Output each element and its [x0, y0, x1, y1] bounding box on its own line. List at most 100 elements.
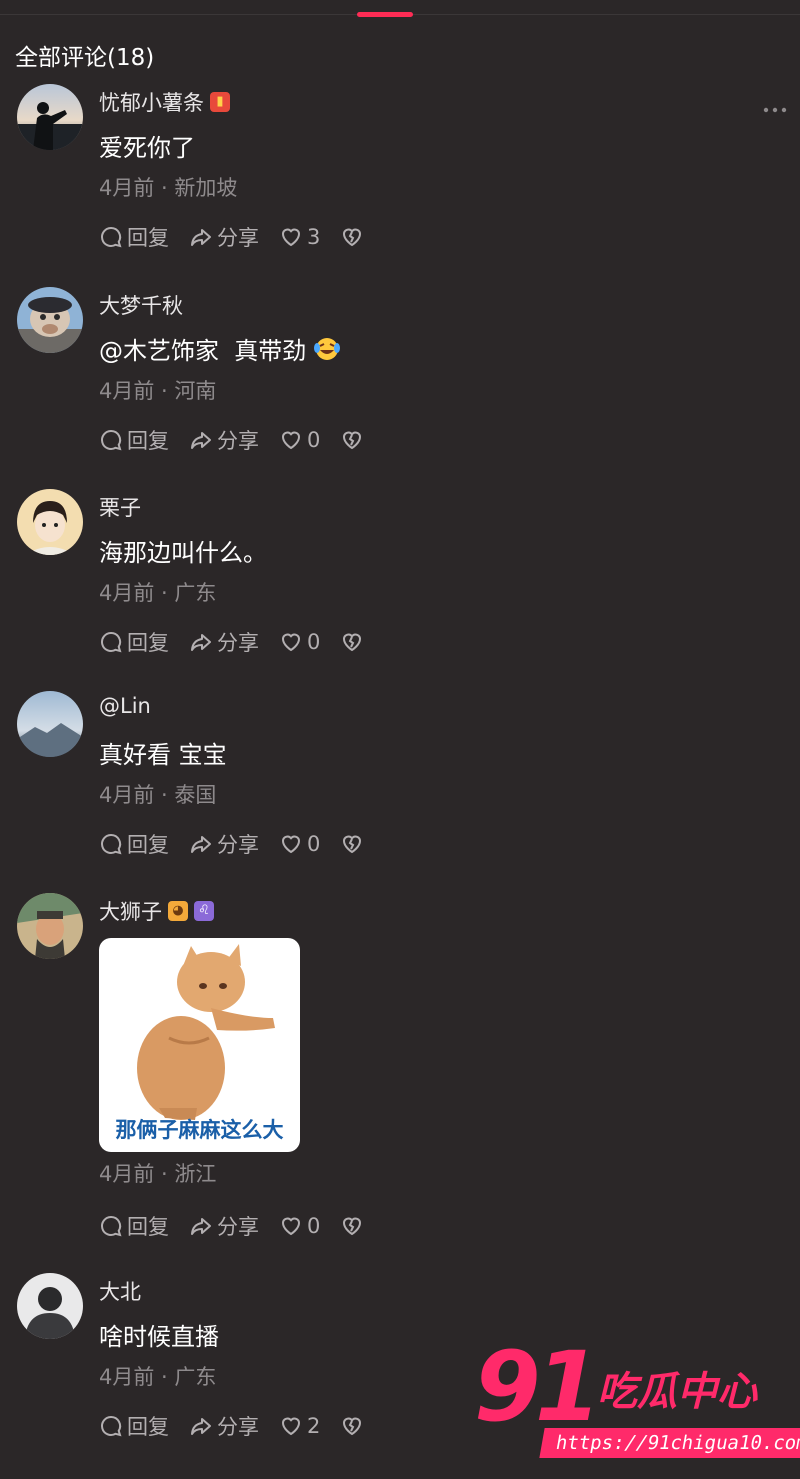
broken-heart-icon	[343, 228, 362, 247]
reply-bubble-icon	[101, 1215, 122, 1237]
watermark-logo: 91 吃瓜中心 https://91chigua10.com	[470, 1331, 800, 1465]
comment-time: 4月前	[99, 176, 155, 200]
more-options-icon[interactable]	[762, 106, 788, 114]
reply-button[interactable]: 回复	[99, 829, 169, 859]
share-button[interactable]: 分享	[189, 627, 259, 657]
reply-bubble-icon	[101, 631, 122, 653]
username[interactable]: 忧郁小薯条 ▮	[99, 87, 230, 117]
lion-emoji-badge-icon: ◕	[168, 901, 188, 921]
reply-button[interactable]: 回复	[99, 1211, 169, 1241]
avatar-image	[17, 1273, 83, 1339]
broken-heart-icon	[343, 431, 362, 450]
reply-bubble-icon	[101, 833, 122, 855]
comment-actions: 回复 分享 0	[99, 627, 384, 657]
reply-button[interactable]: 回复	[99, 425, 169, 455]
fries-emoji-badge-icon: ▮	[210, 92, 230, 112]
comment-time: 4月前	[99, 783, 155, 807]
username-text: 大北	[99, 1280, 141, 1304]
heart-icon	[281, 228, 301, 247]
laughing-crying-emoji-icon	[314, 337, 341, 360]
dislike-button[interactable]	[340, 1414, 364, 1438]
dislike-button[interactable]	[340, 832, 364, 856]
dislike-button[interactable]	[340, 1214, 364, 1238]
comment-meta: 4月前 · 泰国	[99, 783, 217, 807]
like-count: 2	[307, 1414, 321, 1438]
share-label: 分享	[217, 1215, 259, 1239]
broken-heart-icon	[343, 1417, 362, 1436]
like-count: 0	[307, 1214, 321, 1238]
comment-actions: 回复 分享 0	[99, 1211, 384, 1241]
reply-label: 回复	[127, 833, 169, 857]
username[interactable]: 大北	[99, 1276, 141, 1306]
sticker-caption: 那俩子麻麻这么大	[115, 1118, 284, 1142]
reply-button[interactable]: 回复	[99, 627, 169, 657]
reply-label: 回复	[127, 631, 169, 655]
avatar[interactable]	[17, 1273, 83, 1339]
share-button[interactable]: 分享	[189, 1411, 259, 1441]
broken-heart-icon	[343, 835, 362, 854]
comment-meta: 4月前 · 河南	[99, 379, 217, 403]
comment-meta: 4月前 · 广东	[99, 581, 217, 605]
comment-meta: 4月前 · 广东	[99, 1365, 217, 1389]
comment-time: 4月前	[99, 379, 155, 403]
reply-bubble-icon	[101, 429, 122, 451]
comment-actions: 回复 分享 0	[99, 425, 384, 455]
username-text: 大狮子	[99, 900, 162, 924]
reply-label: 回复	[127, 1415, 169, 1439]
comments-header: 全部评论(18)	[15, 45, 155, 71]
share-label: 分享	[217, 429, 259, 453]
share-arrow-icon	[191, 1418, 211, 1435]
avatar[interactable]	[17, 691, 83, 757]
avatar-image	[17, 287, 83, 353]
avatar-image	[17, 489, 83, 555]
like-count: 0	[307, 630, 321, 654]
avatar[interactable]	[17, 84, 83, 150]
avatar-image	[17, 84, 83, 150]
comment-location: 广东	[174, 1365, 217, 1389]
share-button[interactable]: 分享	[189, 829, 259, 859]
reply-button[interactable]: 回复	[99, 1411, 169, 1441]
dislike-button[interactable]	[340, 225, 364, 249]
username[interactable]: 栗子	[99, 492, 141, 522]
username[interactable]: 大梦千秋	[99, 290, 183, 320]
like-button[interactable]: 0	[279, 428, 320, 452]
comment-text: 啥时候直播	[99, 1323, 219, 1351]
share-label: 分享	[217, 1415, 259, 1439]
dislike-button[interactable]	[340, 428, 364, 452]
username-text: 大梦千秋	[99, 294, 183, 318]
username[interactable]: 大狮子 ◕ ♌	[99, 896, 214, 926]
comment-location: 河南	[174, 379, 217, 403]
comment-text: @木艺饰家 真带劲	[99, 331, 341, 366]
share-button[interactable]: 分享	[189, 1211, 259, 1241]
comment-meta: 4月前 · 新加坡	[99, 176, 238, 200]
dislike-button[interactable]	[340, 630, 364, 654]
like-button[interactable]: 0	[279, 1214, 320, 1238]
tab-indicator	[357, 12, 413, 17]
heart-icon	[281, 1417, 301, 1436]
comment-location: 浙江	[174, 1162, 217, 1186]
like-button[interactable]: 3	[279, 225, 320, 249]
share-button[interactable]: 分享	[189, 425, 259, 455]
reply-label: 回复	[127, 429, 169, 453]
comment-time: 4月前	[99, 1365, 155, 1389]
reply-button[interactable]: 回复	[99, 222, 169, 252]
like-button[interactable]: 2	[279, 1414, 320, 1438]
like-button[interactable]: 0	[279, 630, 320, 654]
username[interactable]: @Lin	[99, 694, 151, 718]
avatar-image	[17, 893, 83, 959]
avatar-image	[17, 691, 83, 757]
like-count: 3	[307, 225, 321, 249]
sticker-image[interactable]: 那俩子麻麻这么大	[99, 938, 300, 1152]
share-button[interactable]: 分享	[189, 222, 259, 252]
reply-label: 回复	[127, 1215, 169, 1239]
avatar[interactable]	[17, 287, 83, 353]
reply-bubble-icon	[101, 1415, 122, 1437]
broken-heart-icon	[343, 1217, 362, 1236]
avatar[interactable]	[17, 489, 83, 555]
comment-text-body: @木艺饰家 真带劲	[99, 337, 307, 365]
avatar[interactable]	[17, 893, 83, 959]
like-button[interactable]: 0	[279, 832, 320, 856]
share-arrow-icon	[191, 836, 211, 853]
comment-text: 真好看 宝宝	[99, 741, 227, 769]
watermark-url: https://91chigua10.com	[539, 1428, 800, 1458]
